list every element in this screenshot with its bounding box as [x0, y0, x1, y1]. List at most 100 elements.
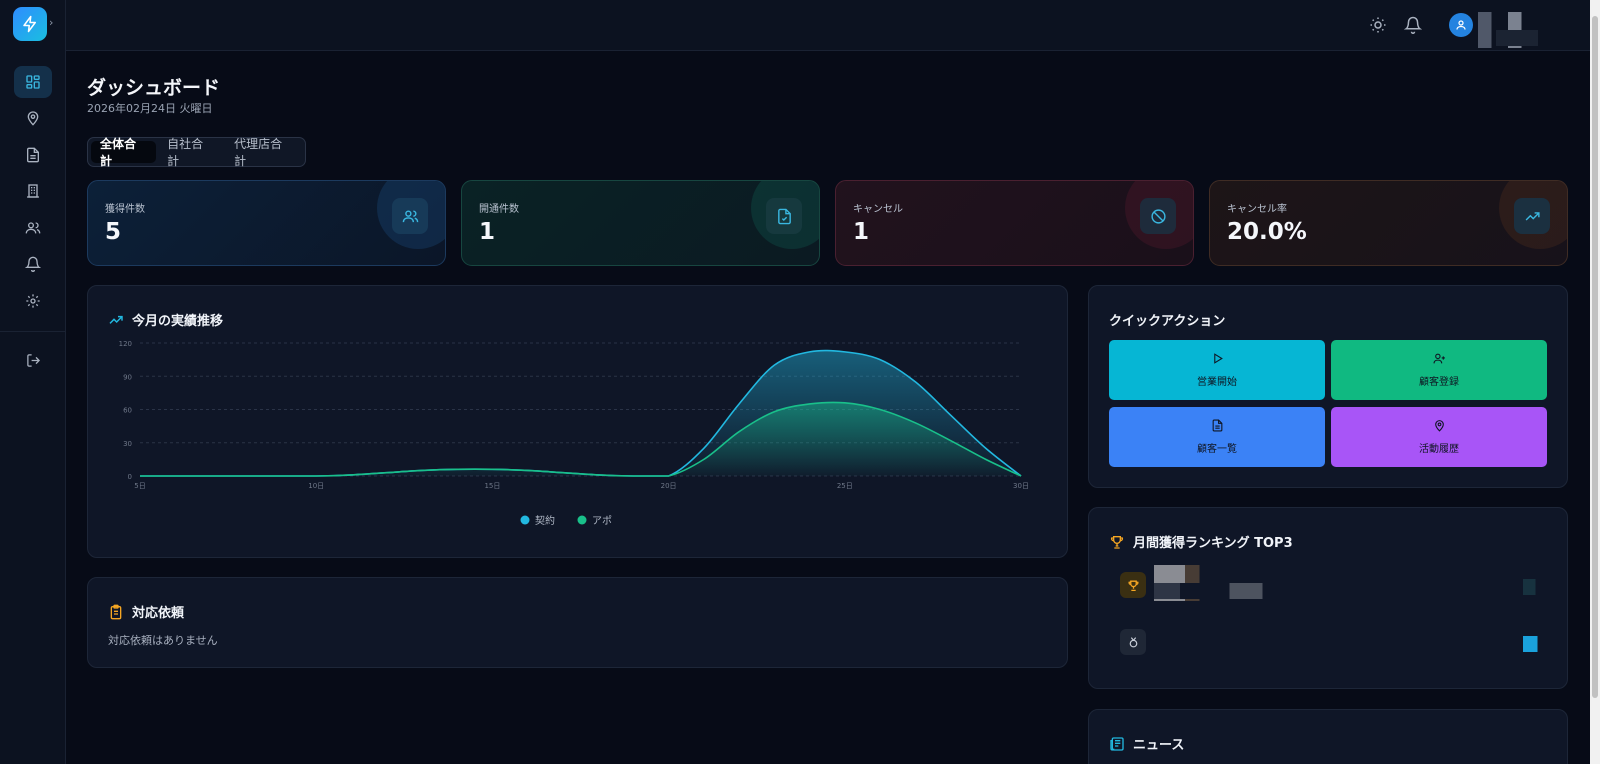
sidebar-item-buildings[interactable] — [14, 175, 52, 207]
app-logo[interactable] — [13, 7, 47, 41]
stat-card-activated: 開通件数 1 — [461, 180, 820, 266]
stat-label: 獲得件数 — [105, 204, 145, 215]
trophy-icon — [1110, 535, 1124, 549]
user-name-redacted[interactable] — [1478, 12, 1562, 48]
legend-label: アポ — [592, 515, 612, 527]
ranking-name-redacted — [1154, 565, 1274, 601]
rank-badge-first — [1120, 572, 1146, 598]
news-title-text: ニュース — [1133, 738, 1185, 753]
logout-icon — [26, 353, 40, 367]
sidebar-item-settings[interactable] — [14, 285, 52, 317]
stat-value: 1 — [479, 219, 496, 245]
ranking-count-redacted — [1523, 579, 1541, 595]
quick-actions-card: クイックアクション 営業開始 顧客登録 顧客一覧 活動履歴 — [1088, 285, 1568, 488]
trophy-icon — [1127, 580, 1139, 591]
ranking-title: 月間獲得ランキング TOP3 — [1109, 532, 1293, 551]
series-area-1 — [140, 402, 1021, 476]
scrollbar-thumb[interactable] — [1592, 16, 1598, 698]
ranking-count-redacted — [1523, 636, 1541, 652]
ranking-title-text: 月間獲得ランキング TOP3 — [1133, 536, 1293, 551]
legend-label: 契約 — [535, 514, 555, 527]
request-card: 対応依頼 対応依頼はありません — [87, 577, 1068, 668]
users-icon — [402, 209, 418, 222]
play-icon — [1213, 353, 1223, 364]
user-plus-icon — [1433, 353, 1445, 364]
document-icon — [27, 147, 39, 163]
sun-icon[interactable] — [1369, 16, 1387, 34]
page-date: 2026年02月24日 火曜日 — [87, 102, 213, 115]
stat-card-acquired: 獲得件数 5 — [87, 180, 446, 266]
clipboard-icon — [110, 604, 122, 619]
stat-icon-box — [1514, 198, 1550, 234]
top-bar — [66, 0, 1590, 51]
customer-list-label: 顧客一覧 — [1197, 444, 1237, 455]
sidebar: › — [0, 0, 66, 764]
ranking-row[interactable] — [1120, 622, 1545, 662]
register-customer-label: 顧客登録 — [1419, 377, 1459, 388]
sidebar-item-map[interactable] — [14, 102, 52, 134]
stat-value: 1 — [853, 219, 870, 245]
sidebar-item-notifications[interactable] — [14, 248, 52, 280]
document-icon — [1212, 419, 1222, 432]
news-title: ニュース — [1109, 734, 1184, 753]
sidebar-item-documents[interactable] — [14, 139, 52, 171]
trending-up-icon — [1525, 211, 1540, 221]
map-pin-icon — [27, 111, 39, 126]
dashboard-icon — [26, 75, 40, 89]
newspaper-icon — [1110, 736, 1124, 751]
tab-agency-total[interactable]: 代理店合計 — [225, 137, 302, 168]
sidebar-item-dashboard[interactable] — [14, 66, 52, 98]
legend-swatch — [577, 515, 587, 525]
legend-swatch — [520, 515, 530, 525]
x-tick-label: 20日 — [661, 482, 677, 490]
user-icon — [1456, 20, 1466, 30]
performance-chart-card: 今月の実績推移 0 30 60 90 120 5日 10日 15日 20日 25日 30日 契約 アポ — [87, 285, 1068, 558]
tab-all-total[interactable]: 全体合計 — [91, 137, 157, 168]
sidebar-divider — [0, 331, 66, 332]
ranking-card: 月間獲得ランキング TOP3 — [1088, 507, 1568, 689]
y-tick-label: 0 — [128, 473, 132, 481]
y-tick-label: 60 — [123, 407, 132, 415]
x-tick-label: 15日 — [484, 482, 500, 490]
page-title: ダッシュボード — [87, 77, 221, 99]
performance-chart: 0 30 60 90 120 5日 10日 15日 20日 25日 30日契約 アポ — [119, 340, 1029, 527]
sidebar-item-logout[interactable] — [14, 344, 52, 376]
bell-icon — [25, 256, 41, 272]
bell-icon[interactable] — [1404, 16, 1422, 34]
stat-label: 開通件数 — [479, 204, 519, 215]
lightning-icon — [23, 15, 36, 33]
y-tick-label: 30 — [123, 440, 132, 448]
building-icon — [27, 184, 39, 198]
map-pin-icon — [1434, 420, 1444, 432]
start-sales-button[interactable]: 営業開始 — [1109, 340, 1325, 400]
quick-actions-title: クイックアクション — [1109, 314, 1226, 329]
register-customer-button[interactable]: 顧客登録 — [1331, 340, 1547, 400]
ranking-row[interactable] — [1120, 565, 1545, 605]
request-empty-text: 対応依頼はありません — [108, 634, 218, 647]
stat-label: キャンセル率 — [1227, 204, 1287, 215]
expand-sidebar-icon[interactable]: › — [49, 16, 53, 29]
stat-card-cancel-rate: キャンセル率 20.0% — [1209, 180, 1568, 266]
tab-own-company-total[interactable]: 自社合計 — [158, 137, 223, 168]
stat-icon-box — [392, 198, 428, 234]
users-icon — [25, 222, 41, 234]
x-tick-label: 30日 — [1013, 482, 1029, 490]
x-tick-label: 5日 — [134, 482, 145, 490]
stat-value: 5 — [105, 219, 122, 245]
activity-history-button[interactable]: 活動履歴 — [1331, 407, 1547, 467]
page-scrollbar[interactable] — [1590, 0, 1600, 764]
request-card-title: 対応依頼 — [108, 602, 184, 621]
activity-history-label: 活動履歴 — [1419, 444, 1459, 455]
scope-tabs: 全体合計 自社合計 代理店合計 — [87, 137, 306, 168]
stat-icon-box — [1140, 198, 1176, 234]
avatar[interactable] — [1449, 13, 1473, 37]
ban-icon — [1150, 208, 1166, 224]
x-tick-label: 25日 — [837, 482, 853, 490]
news-card: ニュース — [1088, 709, 1568, 764]
sidebar-item-users[interactable] — [14, 212, 52, 244]
file-check-icon — [777, 208, 791, 224]
rank-badge-second — [1120, 629, 1146, 655]
stat-icon-box — [766, 198, 802, 234]
customer-list-button[interactable]: 顧客一覧 — [1109, 407, 1325, 467]
y-tick-label: 90 — [123, 373, 132, 381]
